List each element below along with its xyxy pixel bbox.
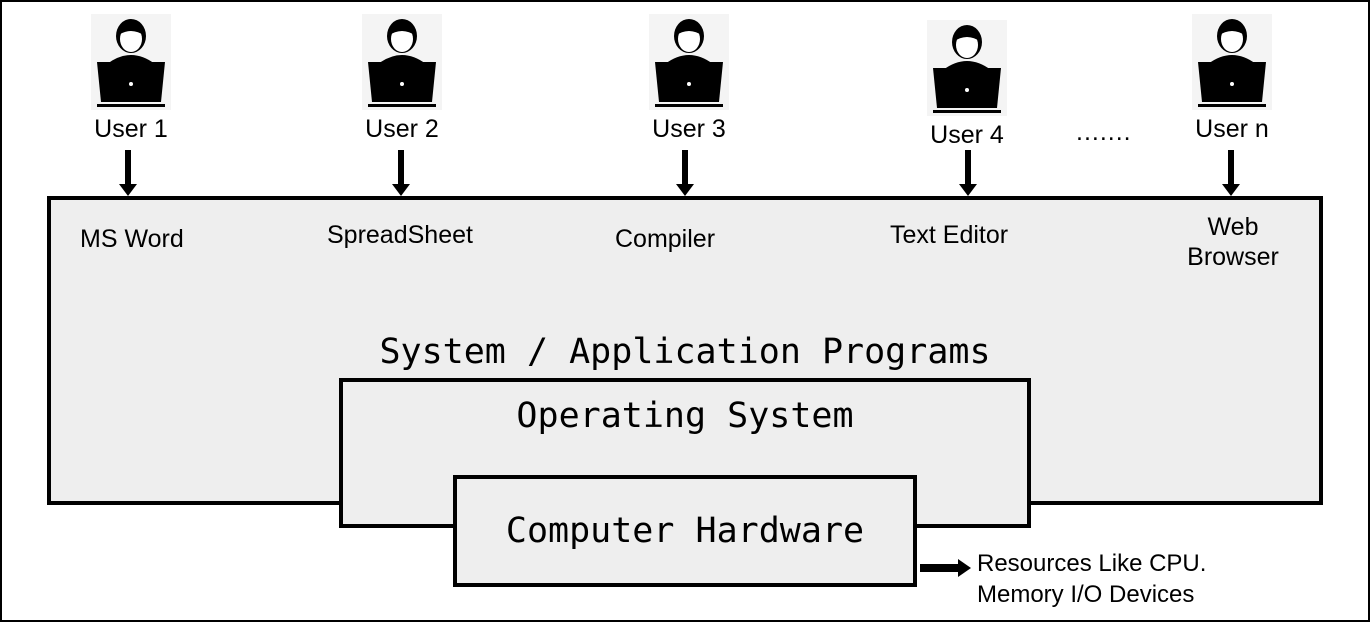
down-arrow-icon: [1222, 150, 1240, 196]
user-label: User 3: [652, 115, 726, 143]
more-users-ellipsis: .......: [1076, 118, 1132, 146]
user-label: User 2: [365, 115, 439, 143]
user-1: User 1: [86, 14, 176, 144]
user-label: User 4: [930, 121, 1004, 149]
app-ms-word: MS Word: [80, 225, 184, 253]
right-arrow-icon: [920, 559, 971, 577]
app-web-browser: Web Browser: [1180, 212, 1286, 272]
down-arrow-icon: [392, 150, 410, 196]
user-laptop-icon: [927, 20, 1007, 116]
down-arrow-icon: [676, 150, 694, 196]
down-arrow-icon: [119, 150, 137, 196]
app-text-editor: Text Editor: [890, 221, 1009, 249]
user-laptop-icon: [362, 14, 442, 110]
app-web-browser-line1: Web: [1207, 213, 1259, 241]
resources-line2: Memory I/O Devices: [977, 581, 1195, 608]
user-laptop-icon: [649, 14, 729, 110]
computer-hardware-label: Computer Hardware: [505, 511, 865, 551]
app-web-browser-line2: Browser: [1187, 243, 1279, 271]
user-4: User 4: [922, 20, 1012, 150]
resources-line1: Resources Like CPU.: [977, 550, 1207, 577]
app-compiler: Compiler: [615, 225, 716, 253]
operating-system-label: Operating System: [516, 396, 854, 436]
user-n: User n: [1187, 14, 1277, 144]
down-arrow-icon: [959, 150, 977, 196]
programs-label: System / Application Programs: [379, 332, 991, 372]
user-3: User 3: [644, 14, 734, 144]
user-laptop-icon: [91, 14, 171, 110]
user-label: User 1: [94, 115, 168, 143]
user-label: User n: [1195, 115, 1269, 143]
app-spreadsheet: SpreadSheet: [327, 221, 473, 249]
user-2: User 2: [357, 14, 447, 144]
user-laptop-icon: [1192, 14, 1272, 110]
